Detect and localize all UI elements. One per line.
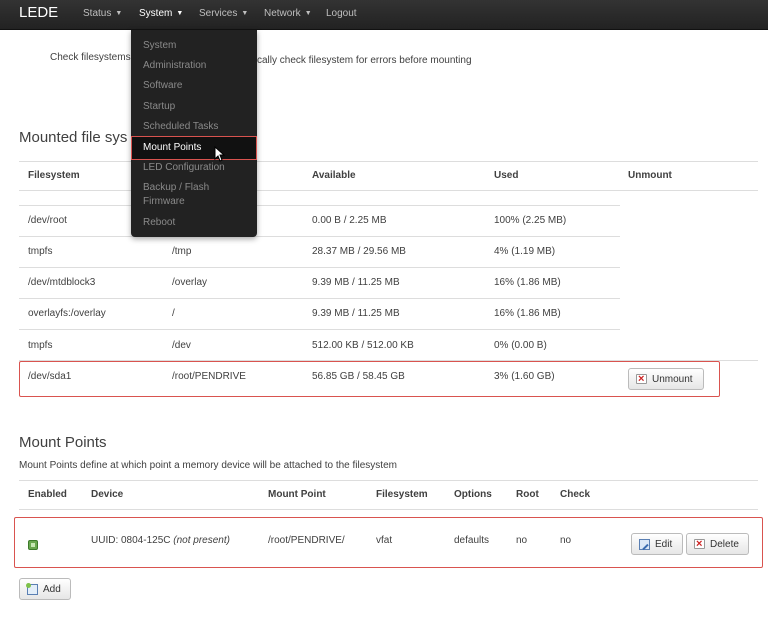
menu-item-software[interactable]: Software bbox=[143, 79, 182, 93]
mounted-row-mount: /root/PENDRIVE bbox=[172, 371, 246, 382]
add-button-label: Add bbox=[43, 583, 61, 595]
nav-services-label: Services bbox=[199, 8, 238, 19]
menu-item-backup-flash[interactable]: Backup / Flash bbox=[143, 181, 209, 195]
mountpoint-mount: /root/PENDRIVE/ bbox=[268, 535, 345, 546]
mounted-row-fs: /dev/mtdblock3 bbox=[28, 277, 96, 288]
nav-status[interactable]: Status ▼ bbox=[83, 8, 122, 19]
divider bbox=[19, 236, 620, 237]
mountpoint-check: no bbox=[560, 535, 572, 546]
mounted-row-mount: /tmp bbox=[172, 246, 192, 257]
chevron-down-icon: ▼ bbox=[176, 10, 184, 17]
add-mountpoint-button[interactable]: Add bbox=[19, 578, 71, 600]
menu-item-mount-points[interactable]: Mount Points bbox=[143, 141, 201, 155]
mounted-row-fs: /dev/sda1 bbox=[28, 371, 72, 382]
edit-icon bbox=[639, 538, 650, 550]
mounted-row-fs: /dev/root bbox=[28, 215, 67, 226]
mounted-row-used: 0% (0.00 B) bbox=[494, 340, 547, 351]
mounted-row-available: 9.39 MB / 11.25 MB bbox=[312, 277, 400, 288]
check-filesystems-description: cally check filesystem for errors before… bbox=[257, 55, 472, 66]
mounted-fs-title: Mounted file sys bbox=[19, 129, 128, 146]
mounted-row-available: 9.39 MB / 11.25 MB bbox=[312, 308, 400, 319]
col-available: Available bbox=[312, 170, 356, 181]
mounted-row-available: 0.00 B / 2.25 MB bbox=[312, 215, 387, 226]
mountpoint-root: no bbox=[516, 535, 528, 546]
divider bbox=[19, 190, 758, 191]
mountpoint-device: UUID: 0804-125C (not present) bbox=[91, 535, 230, 546]
enabled-checkbox[interactable] bbox=[28, 540, 38, 550]
col-device: Device bbox=[91, 489, 124, 500]
divider bbox=[19, 161, 758, 162]
mounted-row-mount: / bbox=[172, 308, 175, 319]
col-check: Check bbox=[560, 489, 591, 500]
col-root: Root bbox=[516, 489, 539, 500]
divider bbox=[19, 298, 620, 299]
edit-button-label: Edit bbox=[655, 538, 673, 550]
mounted-row-mount: /dev bbox=[172, 340, 191, 351]
mounted-row-available: 28.37 MB / 29.56 MB bbox=[312, 246, 406, 257]
mouse-cursor-icon bbox=[214, 146, 225, 162]
col-filesystem: Filesystem bbox=[28, 170, 80, 181]
mountpoint-options: defaults bbox=[454, 535, 490, 546]
top-navbar: LEDE Status ▼ System ▼ Services ▼ Network ▼ … bbox=[0, 0, 768, 30]
col-filesystem: Filesystem bbox=[376, 489, 428, 500]
nav-system-label: System bbox=[139, 8, 173, 19]
mount-points-description: Mount Points define at which point a mem… bbox=[19, 460, 397, 471]
check-filesystems-label: Check filesystems bbox=[50, 52, 131, 63]
col-enabled: Enabled bbox=[28, 489, 67, 500]
system-dropdown-menu: System Administration Software Startup S… bbox=[131, 30, 257, 237]
col-unmount: Unmount bbox=[628, 170, 672, 181]
nav-network-label: Network bbox=[264, 8, 301, 19]
mounted-row-fs: overlayfs:/overlay bbox=[28, 308, 106, 319]
device-uuid: UUID: 0804-125C bbox=[91, 535, 171, 546]
brand-logo[interactable]: LEDE bbox=[19, 4, 58, 21]
mounted-row-used: 4% (1.19 MB) bbox=[494, 246, 556, 257]
unmount-button-label: Unmount bbox=[652, 373, 693, 385]
menu-item-startup[interactable]: Startup bbox=[143, 100, 175, 114]
remove-icon bbox=[636, 372, 647, 386]
menu-item-firmware[interactable]: Firmware bbox=[143, 195, 185, 209]
divider bbox=[19, 509, 758, 510]
delete-button-label: Delete bbox=[710, 538, 739, 550]
divider bbox=[19, 205, 620, 206]
col-mount-point: Mount Point bbox=[268, 489, 326, 500]
unmount-button[interactable]: Unmount bbox=[628, 368, 704, 390]
remove-icon bbox=[694, 537, 705, 551]
mount-points-title: Mount Points bbox=[19, 434, 107, 451]
nav-services[interactable]: Services ▼ bbox=[199, 8, 248, 19]
nav-system[interactable]: System ▼ bbox=[139, 8, 183, 19]
chevron-down-icon: ▼ bbox=[304, 10, 312, 17]
delete-button[interactable]: Delete bbox=[686, 533, 749, 555]
col-used: Used bbox=[494, 170, 519, 181]
mountpoint-fs: vfat bbox=[376, 535, 393, 546]
nav-logout[interactable]: Logout bbox=[326, 8, 357, 19]
chevron-down-icon: ▼ bbox=[115, 10, 123, 17]
divider bbox=[19, 480, 758, 481]
menu-item-reboot[interactable]: Reboot bbox=[143, 216, 175, 230]
add-icon bbox=[26, 582, 38, 595]
mounted-row-fs: tmpfs bbox=[28, 246, 53, 257]
menu-item-led-configuration[interactable]: LED Configuration bbox=[143, 161, 225, 175]
mounted-row-mount: /overlay bbox=[172, 277, 208, 288]
col-options: Options bbox=[454, 489, 492, 500]
mounted-row-used: 3% (1.60 GB) bbox=[494, 371, 555, 382]
mounted-row-used: 16% (1.86 MB) bbox=[494, 277, 561, 288]
mounted-row-used: 16% (1.86 MB) bbox=[494, 308, 561, 319]
mounted-row-used: 100% (2.25 MB) bbox=[494, 215, 567, 226]
chevron-down-icon: ▼ bbox=[241, 10, 249, 17]
menu-item-system[interactable]: System bbox=[143, 39, 176, 53]
edit-button[interactable]: Edit bbox=[631, 533, 683, 555]
device-note: (not present) bbox=[173, 535, 230, 546]
nav-network[interactable]: Network ▼ bbox=[264, 8, 312, 19]
divider bbox=[19, 329, 620, 330]
menu-item-administration[interactable]: Administration bbox=[143, 59, 206, 73]
mounted-row-fs: tmpfs bbox=[28, 340, 53, 351]
mounted-row-available: 512.00 KB / 512.00 KB bbox=[312, 340, 414, 351]
nav-status-label: Status bbox=[83, 8, 112, 19]
menu-item-scheduled-tasks[interactable]: Scheduled Tasks bbox=[143, 120, 218, 134]
divider bbox=[19, 267, 620, 268]
mounted-row-available: 56.85 GB / 58.45 GB bbox=[312, 371, 405, 382]
